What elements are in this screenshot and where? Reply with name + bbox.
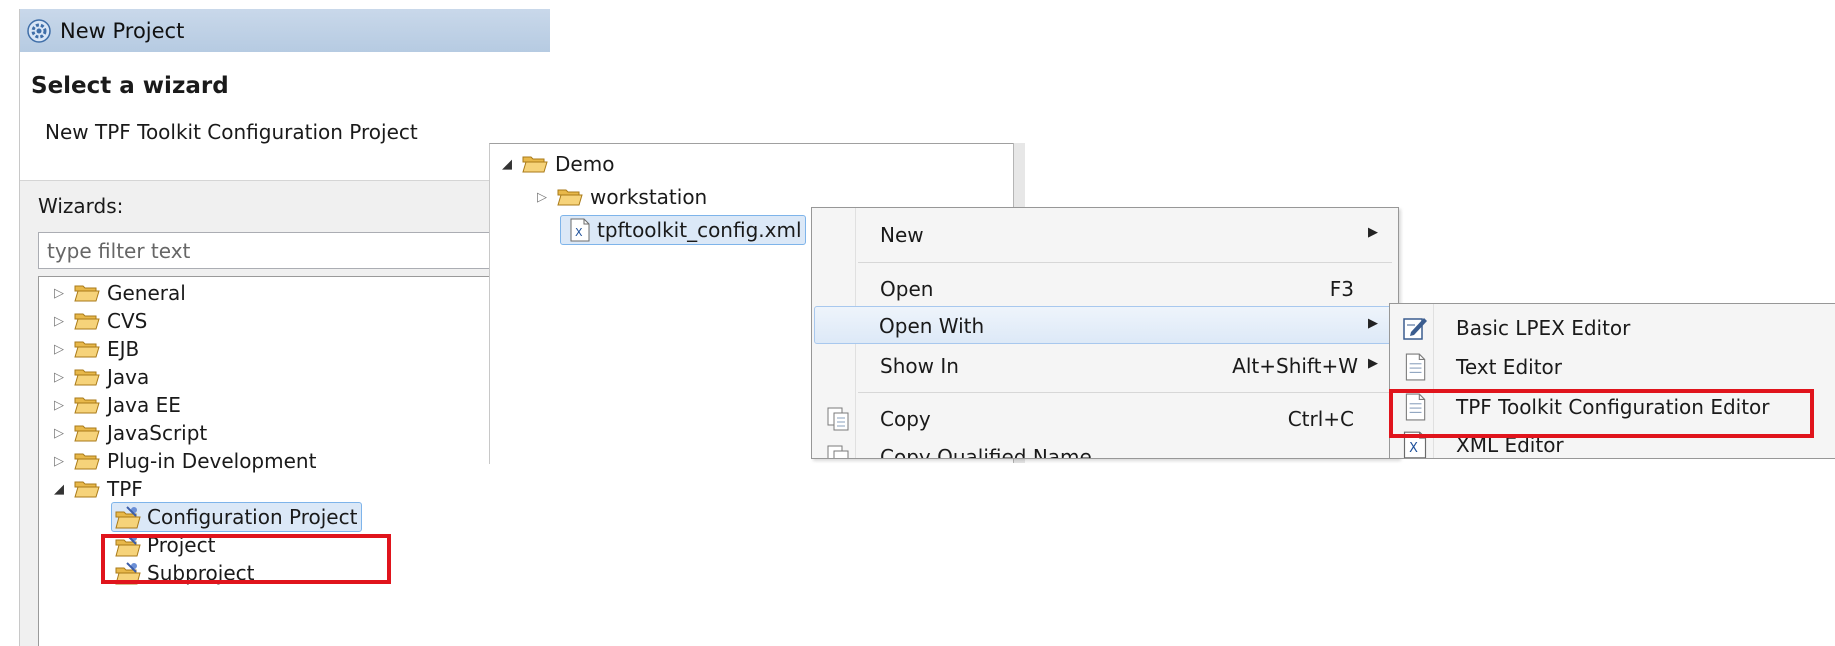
tree-node-label: tpftoolkit_config.xml (597, 218, 802, 242)
expand-arrow-icon[interactable]: ▷ (52, 342, 66, 357)
tree-node-label: CVS (107, 309, 148, 333)
collapse-arrow-icon[interactable]: ◢ (52, 482, 66, 497)
expand-arrow-icon[interactable]: ▷ (52, 454, 66, 469)
menu-item-label: New (880, 223, 924, 247)
menu-item-label: Basic LPEX Editor (1456, 316, 1631, 340)
tree-node-label: Demo (555, 152, 615, 176)
tree-node-label: Plug-in Development (107, 449, 317, 473)
menu-item-basic-lpex-editor[interactable]: Basic LPEX Editor (1392, 308, 1832, 346)
open-folder-icon (522, 153, 548, 175)
menu-item-label: Open With (879, 314, 985, 338)
submenu-arrow-icon: ▶ (1368, 316, 1378, 331)
menu-item-label: Open (880, 277, 934, 301)
tree-node-workstation[interactable]: ▷ workstation (535, 181, 707, 213)
copy-icon (827, 407, 849, 431)
text-editor-icon (1402, 353, 1428, 381)
highlight-box-configuration-project (101, 534, 391, 584)
menu-item-label: Copy Qualified Name (880, 445, 1092, 459)
menu-item-label: Copy (880, 407, 931, 431)
collapse-arrow-icon[interactable]: ◢ (500, 157, 514, 172)
project-wizard-icon (114, 504, 142, 530)
context-menu: New ▶ Open F3 Open With ▶ Show In Alt+Sh… (811, 207, 1399, 459)
menu-item-text-editor[interactable]: Text Editor (1392, 347, 1832, 385)
menu-item-shortcut: F3 (1329, 277, 1354, 301)
submenu-arrow-icon: ▶ (1368, 225, 1378, 240)
folder-icon (74, 422, 100, 444)
tree-node-label: Configuration Project (147, 505, 358, 529)
folder-icon (74, 394, 100, 416)
wizard-window-title: New Project (60, 19, 185, 43)
menu-item-copy-qualified-name[interactable]: Copy Qualified Name (814, 437, 1394, 459)
menu-item-shortcut: Ctrl+C (1287, 407, 1354, 431)
menu-item-copy[interactable]: Copy Ctrl+C (814, 399, 1394, 437)
folder-icon (557, 186, 583, 208)
menu-item-open-with[interactable]: Open With ▶ (814, 306, 1394, 344)
menu-item-show-in[interactable]: Show In Alt+Shift+W ▶ (814, 346, 1394, 384)
expand-arrow-icon[interactable]: ▷ (52, 370, 66, 385)
menu-item-open[interactable]: Open F3 (814, 269, 1394, 307)
tree-node-label: Java EE (107, 393, 181, 417)
selected-item[interactable]: Configuration Project (111, 502, 363, 532)
menu-separator (858, 262, 1392, 263)
copy-qualified-name-icon (827, 445, 849, 458)
wizard-header: Select a wizard New TPF Toolkit Configur… (20, 52, 550, 181)
tree-node-label: Java (107, 365, 150, 389)
expand-arrow-icon[interactable]: ▷ (52, 314, 66, 329)
folder-icon (74, 310, 100, 332)
selected-item[interactable]: tpftoolkit_config.xml (560, 215, 806, 245)
folder-icon (74, 366, 100, 388)
tree-node-label: workstation (590, 185, 708, 209)
xml-file-icon (569, 218, 591, 242)
wizards-label: Wizards: (38, 194, 124, 218)
menu-item-label: Text Editor (1456, 355, 1562, 379)
tree-node-tpftoolkit-config[interactable]: tpftoolkit_config.xml (560, 214, 806, 246)
folder-icon (74, 282, 100, 304)
menu-item-new[interactable]: New ▶ (814, 215, 1394, 253)
wizard-heading: Select a wizard (31, 73, 229, 99)
tree-node-label: JavaScript (107, 421, 208, 445)
lpex-editor-icon (1403, 318, 1427, 340)
folder-icon (74, 450, 100, 472)
gear-icon (27, 19, 51, 43)
expand-arrow-icon[interactable]: ▷ (52, 286, 66, 301)
submenu-arrow-icon: ▶ (1368, 356, 1378, 371)
wizard-description: New TPF Toolkit Configuration Project (45, 120, 418, 144)
expand-arrow-icon[interactable]: ▷ (535, 190, 549, 205)
tree-node-demo[interactable]: ◢ Demo (500, 148, 614, 180)
open-folder-icon (74, 478, 100, 500)
wizard-titlebar: New Project (20, 9, 550, 52)
tree-node-label: General (107, 281, 186, 305)
folder-icon (74, 338, 100, 360)
filter-input[interactable] (38, 232, 550, 269)
menu-separator (858, 392, 1392, 393)
wizard-tree[interactable]: ▷ General ▷ CVS ▷ EJB ▷ Java ▷ Java EE ▷… (38, 276, 550, 646)
menu-item-shortcut: Alt+Shift+W (1232, 354, 1358, 378)
tree-node-label: TPF (107, 477, 143, 501)
highlight-box-tpf-config-editor (1389, 389, 1814, 438)
expand-arrow-icon[interactable]: ▷ (52, 398, 66, 413)
tree-node-label: EJB (107, 337, 140, 361)
expand-arrow-icon[interactable]: ▷ (52, 426, 66, 441)
menu-item-label: Show In (880, 354, 959, 378)
